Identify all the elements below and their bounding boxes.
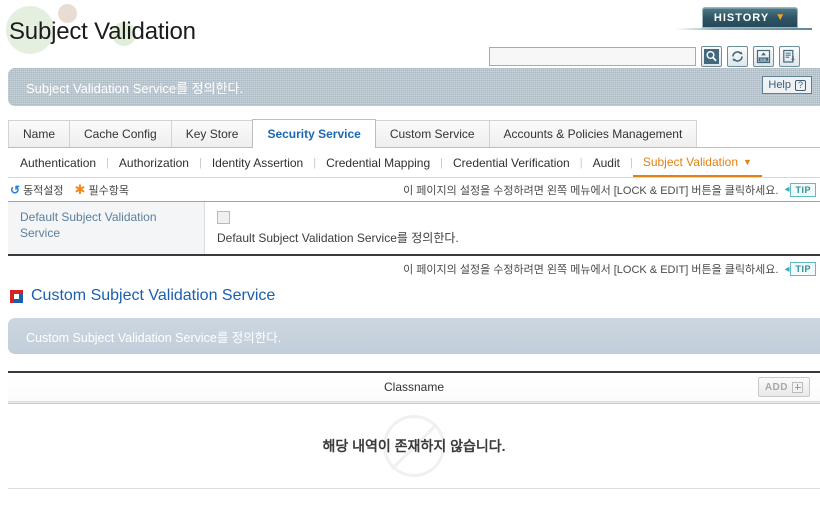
section-title: Custom Subject Validation Service bbox=[31, 287, 276, 304]
custom-service-section-heading: Custom Subject Validation Service bbox=[10, 282, 820, 310]
subtab-label: Credential Mapping bbox=[326, 155, 431, 170]
subtab-label: Subject Validation bbox=[642, 154, 738, 169]
tip-text: 이 페이지의 설정을 수정하려면 왼쪽 메뉴에서 [LOCK & EDIT] 버… bbox=[403, 184, 779, 197]
help-button[interactable]: Help ? bbox=[762, 76, 812, 94]
tab-cache-config[interactable]: Cache Config bbox=[69, 120, 172, 147]
tab-security-service[interactable]: Security Service bbox=[252, 119, 376, 148]
chevron-down-icon: ▼ bbox=[743, 156, 752, 167]
subtab-authentication[interactable]: Authentication bbox=[10, 148, 106, 177]
tip-badge[interactable]: ◂ TIP bbox=[784, 182, 816, 197]
legend-group: ↺ 동적설정 ✱ 필수항목 bbox=[8, 182, 129, 198]
property-description: Default Subject Validation Service를 정의한다… bbox=[217, 231, 459, 245]
legend-dynamic-label: 동적설정 bbox=[23, 184, 64, 197]
add-button-label: ADD bbox=[764, 381, 788, 393]
xml-export-icon[interactable]: XML bbox=[753, 46, 774, 67]
tip-row-secondary: 이 페이지의 설정을 수정하려면 왼쪽 메뉴에서 [LOCK & EDIT] 버… bbox=[8, 256, 820, 282]
svg-text:XML: XML bbox=[760, 58, 767, 62]
tip-badge-secondary[interactable]: ◂ TIP bbox=[784, 262, 816, 276]
tab-name[interactable]: Name bbox=[8, 120, 71, 147]
classname-table-header: Classname ADD bbox=[8, 373, 820, 402]
page-header: Subject Validation HISTORY ▼ XML bbox=[0, 0, 820, 68]
subtab-credential-mapping[interactable]: Credential Mapping bbox=[316, 148, 440, 177]
search-icon[interactable] bbox=[701, 46, 722, 67]
tip-arrow-icon: ◂ bbox=[784, 263, 790, 275]
subtab-label: Authentication bbox=[20, 155, 97, 170]
page-root: Subject Validation HISTORY ▼ XML Subject… bbox=[0, 0, 820, 505]
page-description-text: Subject Validation Service를 정의한다. bbox=[26, 80, 244, 96]
legend-tip-row: ↺ 동적설정 ✱ 필수항목 이 페이지의 설정을 수정하려면 왼쪽 메뉴에서 [… bbox=[8, 178, 820, 202]
subtab-authorization[interactable]: Authorization bbox=[109, 148, 199, 177]
add-button[interactable]: ADD bbox=[757, 377, 810, 397]
tip-arrow-icon: ◂ bbox=[784, 184, 790, 195]
help-button-label: Help bbox=[768, 79, 791, 91]
page-description-banner: Subject Validation Service를 정의한다. Help ? bbox=[8, 68, 820, 106]
chevron-down-icon: ▼ bbox=[775, 11, 787, 23]
section-description-banner: Custom Subject Validation Service를 정의한다. bbox=[8, 318, 820, 354]
classname-table-empty-state: 해당 내역이 존재하지 않습니다. bbox=[8, 404, 820, 489]
tip-badge-secondary-label: TIP bbox=[790, 262, 816, 276]
default-subject-validation-checkbox[interactable] bbox=[217, 211, 230, 224]
classname-table: Classname ADD 해당 내역이 존재하지 않습니다. bbox=[8, 371, 820, 489]
history-button[interactable]: HISTORY ▼ bbox=[702, 7, 798, 28]
subtab-label: Credential Verification bbox=[453, 155, 570, 170]
toolbar: XML bbox=[489, 46, 800, 67]
dynamic-refresh-icon: ↺ bbox=[10, 182, 21, 197]
refresh-icon[interactable] bbox=[727, 46, 748, 67]
subtab-subject-validation[interactable]: Subject Validation ▼ bbox=[632, 148, 762, 177]
search-input[interactable] bbox=[489, 47, 696, 66]
subtab-label: Audit bbox=[592, 155, 620, 170]
subtab-identity-assertion[interactable]: Identity Assertion bbox=[202, 148, 313, 177]
legend-required: ✱ 필수항목 bbox=[75, 182, 129, 198]
section-description-text: Custom Subject Validation Service를 정의한다. bbox=[26, 330, 282, 345]
tab-key-store[interactable]: Key Store bbox=[170, 120, 254, 147]
property-table: Default Subject Validation Service Defau… bbox=[8, 202, 820, 256]
property-value-cell: Default Subject Validation Service를 정의한다… bbox=[205, 202, 820, 254]
main-tab-bar: Name Cache Config Key Store Security Servic… bbox=[8, 119, 820, 148]
legend-required-label: 필수항목 bbox=[88, 184, 129, 197]
subtab-credential-verification[interactable]: Credential Verification bbox=[443, 148, 580, 177]
sub-tab-bar: Authentication | Authorization | Identity As… bbox=[8, 148, 820, 178]
subtab-label: Identity Assertion bbox=[211, 155, 304, 170]
subtab-audit[interactable]: Audit bbox=[583, 148, 630, 177]
history-button-label: HISTORY bbox=[713, 11, 770, 24]
subtab-label: Authorization bbox=[118, 155, 189, 170]
classname-column-header: Classname bbox=[383, 380, 445, 394]
tab-custom-service[interactable]: Custom Service bbox=[374, 120, 490, 147]
tab-accounts-policies-management[interactable]: Accounts & Policies Management bbox=[488, 120, 698, 147]
page-title: Subject Validation bbox=[9, 18, 196, 45]
question-mark-icon: ? bbox=[795, 79, 806, 91]
history-underline bbox=[676, 28, 812, 30]
plus-icon bbox=[792, 381, 803, 393]
property-label: Default Subject Validation Service bbox=[8, 202, 205, 254]
tip-badge-label: TIP bbox=[790, 182, 816, 197]
report-export-icon[interactable] bbox=[779, 46, 800, 67]
square-bullet-icon bbox=[10, 289, 23, 303]
empty-state-message: 해당 내역이 존재하지 않습니다. bbox=[322, 438, 506, 454]
asterisk-icon: ✱ bbox=[74, 182, 86, 197]
tip-text-secondary: 이 페이지의 설정을 수정하려면 왼쪽 메뉴에서 [LOCK & EDIT] 버… bbox=[403, 264, 779, 276]
legend-dynamic: ↺ 동적설정 bbox=[10, 182, 64, 198]
